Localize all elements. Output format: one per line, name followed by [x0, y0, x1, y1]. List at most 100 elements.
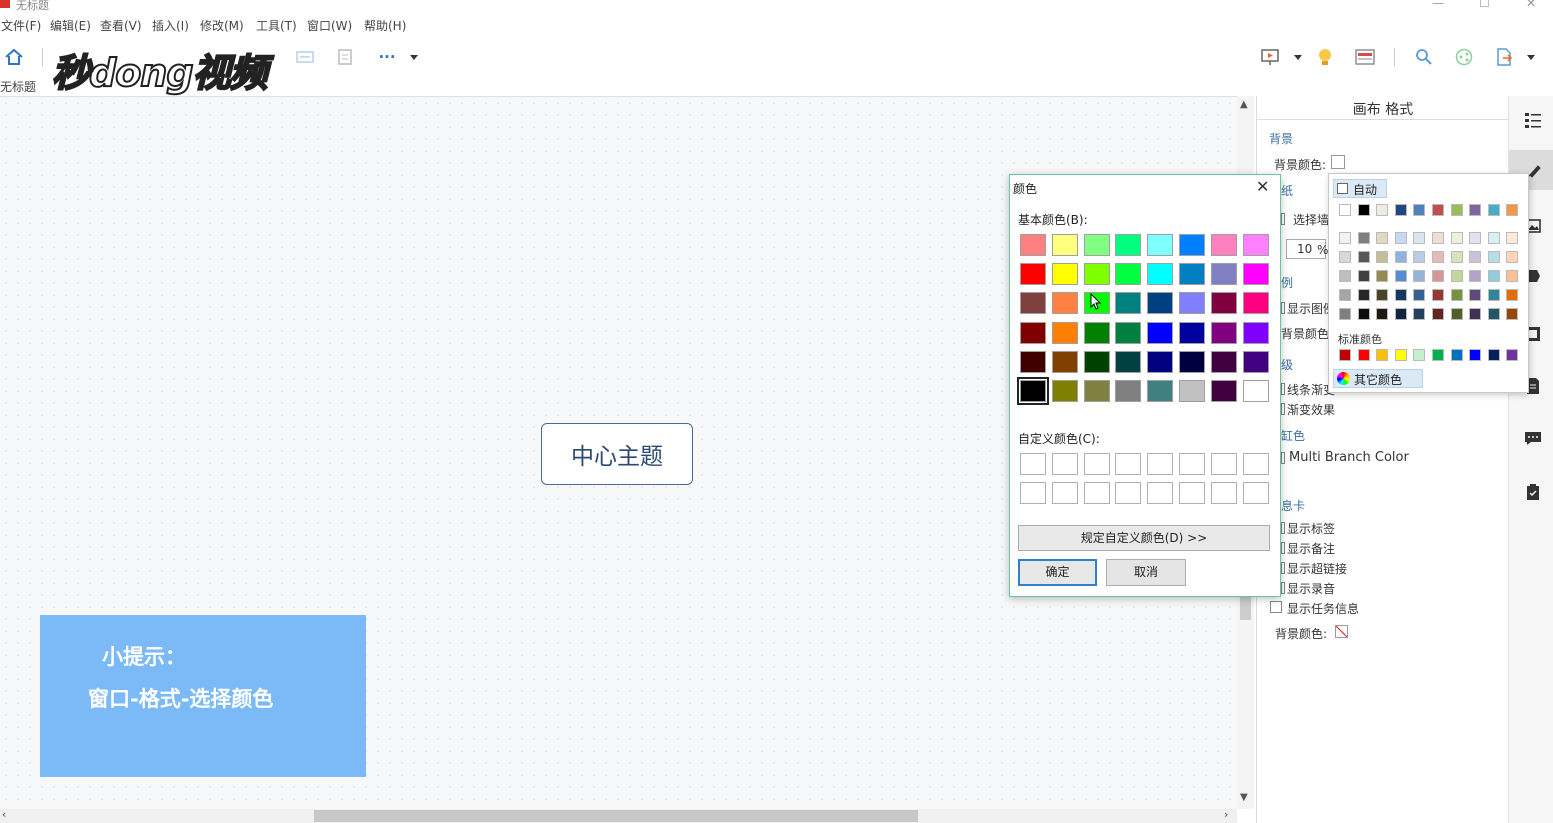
theme-shade-swatch[interactable]: [1506, 289, 1519, 301]
custom-color-swatch[interactable]: [1147, 453, 1174, 475]
standard-color-swatch[interactable]: [1376, 349, 1389, 361]
auto-color-checkbox[interactable]: [1337, 183, 1348, 194]
show-notes-checkbox[interactable]: [1281, 542, 1285, 554]
comment-icon[interactable]: [1523, 428, 1543, 448]
theme-shade-swatch[interactable]: [1432, 251, 1444, 263]
theme-shade-swatch[interactable]: [1376, 251, 1389, 263]
theme-shade-swatch[interactable]: [1469, 289, 1482, 301]
theme-shade-swatch[interactable]: [1413, 289, 1426, 301]
theme-shade-swatch[interactable]: [1413, 270, 1426, 282]
theme-shade-swatch[interactable]: [1469, 308, 1482, 320]
custom-color-swatch[interactable]: [1210, 482, 1237, 504]
basic-color-swatch[interactable]: [1179, 350, 1205, 373]
theme-shade-swatch[interactable]: [1376, 308, 1389, 320]
menu-help[interactable]: 帮助(H): [364, 17, 406, 34]
basic-color-swatch[interactable]: [1051, 350, 1078, 373]
theme-shade-swatch[interactable]: [1376, 270, 1389, 282]
basic-color-swatch[interactable]: [1242, 350, 1269, 373]
cancel-button[interactable]: 取消: [1106, 559, 1186, 586]
gradient-effect-checkbox[interactable]: [1281, 403, 1285, 415]
theme-color-swatch[interactable]: [1376, 204, 1389, 216]
custom-color-swatch[interactable]: [1115, 453, 1142, 475]
basic-color-swatch[interactable]: [1147, 292, 1174, 315]
basic-color-swatch[interactable]: [1210, 263, 1237, 286]
presentation-dropdown-icon[interactable]: [1294, 55, 1302, 60]
basic-color-swatch[interactable]: [1210, 234, 1237, 256]
theme-shade-swatch[interactable]: [1394, 289, 1407, 301]
menu-window[interactable]: 窗口(W): [307, 17, 352, 34]
gradient-line-checkbox[interactable]: [1281, 383, 1285, 395]
more-icon[interactable]: ···: [376, 46, 398, 68]
standard-color-swatch[interactable]: [1506, 349, 1519, 361]
basic-color-swatch[interactable]: [1051, 234, 1078, 256]
custom-color-swatch[interactable]: [1020, 453, 1046, 475]
minimize-button[interactable]: —: [1432, 0, 1444, 10]
basic-color-swatch[interactable]: [1115, 263, 1142, 286]
document-tab[interactable]: 无标题: [0, 78, 36, 95]
basic-color-swatch[interactable]: [1115, 380, 1142, 402]
theme-shade-swatch[interactable]: [1487, 270, 1500, 282]
auto-color-option[interactable]: 自动: [1333, 179, 1387, 198]
theme-shade-swatch[interactable]: [1413, 308, 1426, 320]
theme-shade-swatch[interactable]: [1450, 232, 1463, 244]
basic-color-swatch[interactable]: [1147, 234, 1174, 256]
basic-color-swatch[interactable]: [1242, 292, 1269, 315]
topic-icon[interactable]: [294, 46, 316, 68]
menu-view[interactable]: 查看(V): [100, 17, 142, 34]
basic-color-swatch[interactable]: [1020, 292, 1046, 315]
standard-color-swatch[interactable]: [1469, 349, 1482, 361]
basic-color-swatch[interactable]: [1051, 380, 1078, 402]
theme-shade-swatch[interactable]: [1357, 251, 1370, 263]
basic-color-swatch[interactable]: [1242, 263, 1269, 286]
basic-color-swatch[interactable]: [1115, 234, 1142, 256]
export-icon[interactable]: [1493, 46, 1515, 68]
menu-file[interactable]: 文件(F): [1, 17, 41, 34]
basic-color-swatch[interactable]: [1242, 234, 1269, 256]
theme-shade-swatch[interactable]: [1357, 289, 1370, 301]
theme-color-swatch[interactable]: [1339, 204, 1351, 216]
theme-shade-swatch[interactable]: [1339, 251, 1351, 263]
vertical-scroll-thumb[interactable]: [1240, 594, 1251, 620]
search-icon[interactable]: [1413, 46, 1435, 68]
basic-color-swatch[interactable]: [1115, 292, 1142, 315]
basic-color-swatch[interactable]: [1083, 350, 1110, 373]
basic-color-swatch[interactable]: [1051, 321, 1078, 344]
show-audio-checkbox[interactable]: [1281, 582, 1285, 594]
standard-color-swatch[interactable]: [1432, 349, 1444, 361]
show-legend-checkbox[interactable]: [1281, 302, 1285, 314]
basic-color-swatch[interactable]: [1020, 263, 1046, 286]
task-icon[interactable]: [1523, 482, 1543, 502]
theme-color-swatch[interactable]: [1413, 204, 1426, 216]
basic-color-swatch[interactable]: [1147, 350, 1174, 373]
theme-color-swatch[interactable]: [1506, 204, 1519, 216]
basic-color-swatch[interactable]: [1051, 292, 1078, 315]
theme-shade-swatch[interactable]: [1339, 289, 1351, 301]
basic-color-swatch[interactable]: [1147, 263, 1174, 286]
basic-color-swatch[interactable]: [1179, 292, 1205, 315]
theme-color-swatch[interactable]: [1487, 204, 1500, 216]
basic-color-swatch[interactable]: [1020, 321, 1046, 344]
basic-color-swatch[interactable]: [1017, 377, 1049, 405]
standard-color-swatch[interactable]: [1413, 349, 1426, 361]
basic-color-swatch[interactable]: [1179, 263, 1205, 286]
basic-color-swatch[interactable]: [1210, 292, 1237, 315]
custom-color-swatch[interactable]: [1115, 482, 1142, 504]
menu-insert[interactable]: 插入(I): [152, 17, 189, 34]
basic-color-swatch[interactable]: [1242, 321, 1269, 344]
export-dropdown-icon[interactable]: [1527, 55, 1535, 60]
theme-shade-swatch[interactable]: [1432, 270, 1444, 282]
theme-shade-swatch[interactable]: [1487, 289, 1500, 301]
basic-color-swatch[interactable]: [1179, 380, 1205, 402]
standard-color-swatch[interactable]: [1357, 349, 1370, 361]
theme-shade-swatch[interactable]: [1450, 289, 1463, 301]
theme-shade-swatch[interactable]: [1394, 270, 1407, 282]
theme-shade-swatch[interactable]: [1469, 232, 1482, 244]
custom-color-swatch[interactable]: [1051, 453, 1078, 475]
basic-color-swatch[interactable]: [1242, 380, 1269, 402]
scroll-down-icon[interactable]: ▼: [1240, 792, 1248, 803]
custom-color-swatch[interactable]: [1179, 482, 1205, 504]
theme-shade-swatch[interactable]: [1432, 232, 1444, 244]
theme-shade-swatch[interactable]: [1487, 232, 1500, 244]
menu-edit[interactable]: 编辑(E): [50, 17, 91, 34]
theme-shade-swatch[interactable]: [1506, 308, 1519, 320]
